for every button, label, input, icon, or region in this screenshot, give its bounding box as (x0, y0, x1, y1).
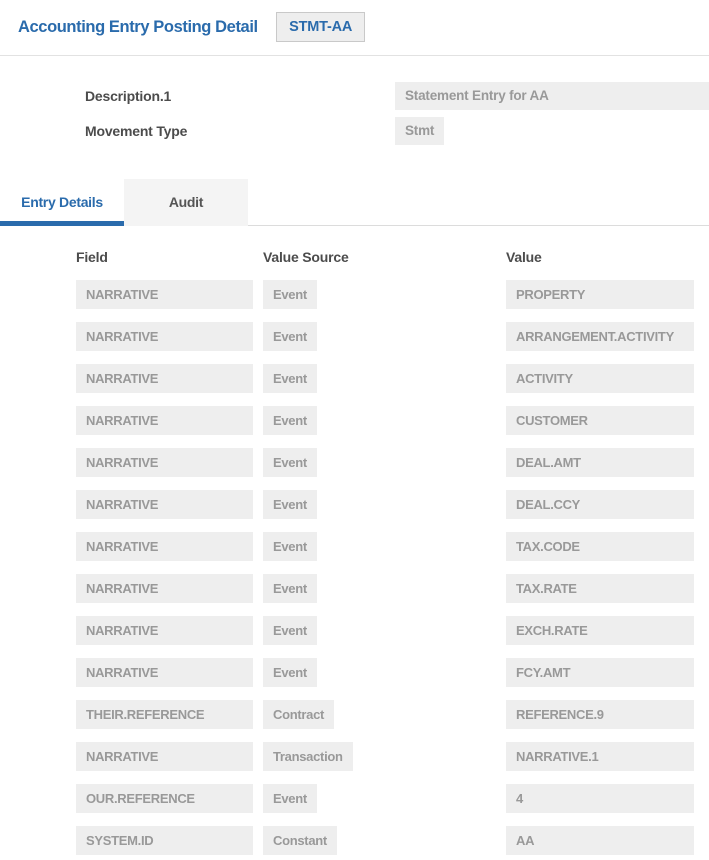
tab-label: Entry Details (21, 194, 103, 210)
field-label: Description.1 (85, 88, 395, 104)
table-row: NARRATIVE Event ACTIVITY (76, 364, 709, 398)
form-row: Movement Type Stmt (0, 117, 709, 145)
value-cell: EXCH.RATE (506, 616, 694, 645)
table-row: OUR.REFERENCE Event 4 (76, 784, 709, 818)
record-id-badge: STMT-AA (276, 12, 365, 42)
table-row: THEIR.REFERENCE Contract REFERENCE.9 (76, 700, 709, 734)
value-source-cell: Event (263, 616, 317, 645)
value-source-cell: Event (263, 574, 317, 603)
value-source-cell: Transaction (263, 742, 353, 771)
table-row: NARRATIVE Event TAX.RATE (76, 574, 709, 608)
value-source-cell: Event (263, 448, 317, 477)
column-header-value-source: Value Source (263, 249, 506, 265)
header-divider (0, 55, 709, 56)
value-cell: CUSTOMER (506, 406, 694, 435)
field-cell: NARRATIVE (76, 616, 253, 645)
tab-label: Audit (169, 194, 203, 210)
entry-table-body: NARRATIVE Event PROPERTY NARRATIVE Event… (0, 280, 709, 860)
value-source-cell: Constant (263, 826, 337, 855)
value-cell: DEAL.AMT (506, 448, 694, 477)
field-cell: NARRATIVE (76, 574, 253, 603)
field-cell: NARRATIVE (76, 448, 253, 477)
value-cell: PROPERTY (506, 280, 694, 309)
table-row: NARRATIVE Event TAX.CODE (76, 532, 709, 566)
value-source-cell: Contract (263, 700, 334, 729)
value-cell: TAX.RATE (506, 574, 694, 603)
value-source-cell: Event (263, 490, 317, 519)
column-header-value: Value (506, 249, 694, 265)
value-source-cell: Event (263, 280, 317, 309)
field-value: Statement Entry for AA (395, 82, 709, 110)
page-header: Accounting Entry Posting Detail STMT-AA (0, 0, 709, 42)
form-row: Description.1 Statement Entry for AA (0, 82, 709, 110)
column-header-field: Field (76, 249, 253, 265)
field-cell: NARRATIVE (76, 490, 253, 519)
table-row: NARRATIVE Event PROPERTY (76, 280, 709, 314)
table-row: NARRATIVE Event FCY.AMT (76, 658, 709, 692)
field-cell: NARRATIVE (76, 322, 253, 351)
page-title: Accounting Entry Posting Detail (18, 18, 258, 37)
field-cell: NARRATIVE (76, 280, 253, 309)
value-source-cell: Event (263, 364, 317, 393)
field-cell: NARRATIVE (76, 532, 253, 561)
field-cell: THEIR.REFERENCE (76, 700, 253, 729)
value-cell: ACTIVITY (506, 364, 694, 393)
field-cell: NARRATIVE (76, 742, 253, 771)
value-source-cell: Event (263, 658, 317, 687)
table-row: NARRATIVE Event EXCH.RATE (76, 616, 709, 650)
table-row: NARRATIVE Event DEAL.AMT (76, 448, 709, 482)
field-cell: NARRATIVE (76, 364, 253, 393)
value-cell: TAX.CODE (506, 532, 694, 561)
tab-audit[interactable]: Audit (124, 179, 248, 226)
value-cell: FCY.AMT (506, 658, 694, 687)
field-value: Stmt (395, 117, 444, 145)
value-source-cell: Event (263, 322, 317, 351)
entry-table: Field Value Source Value NARRATIVE Event… (0, 249, 709, 860)
tab-bar: Entry Details Audit (0, 179, 709, 226)
entry-table-header: Field Value Source Value (76, 249, 709, 265)
field-cell: NARRATIVE (76, 406, 253, 435)
value-cell: AA (506, 826, 694, 855)
table-row: NARRATIVE Event ARRANGEMENT.ACTIVITY (76, 322, 709, 356)
table-row: NARRATIVE Event CUSTOMER (76, 406, 709, 440)
table-row: NARRATIVE Event DEAL.CCY (76, 490, 709, 524)
field-cell: NARRATIVE (76, 658, 253, 687)
value-cell: NARRATIVE.1 (506, 742, 694, 771)
value-cell: ARRANGEMENT.ACTIVITY (506, 322, 694, 351)
value-cell: DEAL.CCY (506, 490, 694, 519)
value-source-cell: Event (263, 532, 317, 561)
table-row: NARRATIVE Transaction NARRATIVE.1 (76, 742, 709, 776)
field-label: Movement Type (85, 123, 395, 139)
value-source-cell: Event (263, 406, 317, 435)
table-row: SYSTEM.ID Constant AA (76, 826, 709, 860)
record-form: Description.1 Statement Entry for AA Mov… (0, 82, 709, 145)
tab-entry-details[interactable]: Entry Details (0, 179, 124, 226)
field-cell: SYSTEM.ID (76, 826, 253, 855)
value-cell: REFERENCE.9 (506, 700, 694, 729)
